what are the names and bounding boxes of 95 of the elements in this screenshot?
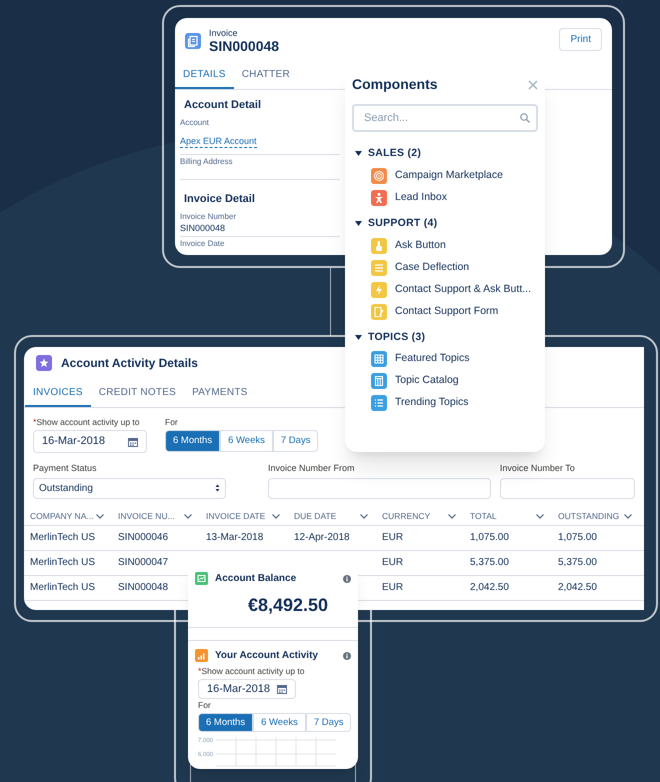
chevron-down-icon xyxy=(184,514,192,519)
column-header[interactable]: CURRENCY xyxy=(376,510,464,523)
field-label: Invoice Number To xyxy=(500,462,576,475)
section-heading: Invoice Detail xyxy=(183,192,256,206)
panel-title: Components xyxy=(352,75,438,94)
sort-arrows-icon xyxy=(215,484,220,492)
table-cell: 5,375.00 xyxy=(470,557,509,568)
component-item[interactable]: Trending Topics xyxy=(371,395,469,412)
period-option[interactable]: 6 Weeks xyxy=(220,430,273,452)
table-cell: SIN000048 xyxy=(118,582,168,593)
card-title: Account Activity Details xyxy=(61,355,198,372)
chart-trend-icon xyxy=(195,572,208,585)
required-mark: * xyxy=(33,417,37,428)
table-cell: EUR xyxy=(382,532,404,543)
column-header[interactable]: TOTAL xyxy=(464,510,552,523)
table-cell: MerlinTech US xyxy=(30,532,96,543)
group-header[interactable]: TOPICS (3) xyxy=(355,330,426,346)
required-mark: * xyxy=(198,666,202,677)
field-label: Account xyxy=(180,118,210,128)
table-cell: 5,375.00 xyxy=(558,557,597,568)
print-button[interactable]: Print xyxy=(559,28,602,51)
object-label: Invoice xyxy=(209,28,239,38)
period-option[interactable]: 6 Months xyxy=(165,430,220,452)
field-label: Payment Status xyxy=(33,462,98,475)
card-title: Your Account Activity xyxy=(215,649,318,663)
component-item[interactable]: Topic Catalog xyxy=(371,373,459,390)
component-item[interactable]: Campaign Marketplace xyxy=(371,168,503,184)
group-header[interactable]: SUPPORT (4) xyxy=(355,216,438,232)
column-header[interactable]: OUTSTANDING xyxy=(552,510,640,523)
field-label: Show account activity up to xyxy=(36,417,140,428)
table-cell: SIN000046 xyxy=(118,532,168,543)
status-select[interactable]: Outstanding xyxy=(33,478,226,498)
table-cell: 2,042.50 xyxy=(558,582,597,593)
date-field[interactable]: 16-Mar-2018 xyxy=(198,679,296,699)
calendar-icon xyxy=(277,684,287,694)
section-heading: Account Detail xyxy=(183,98,262,112)
table-cell: 13-Mar-2018 xyxy=(206,532,264,543)
tab[interactable]: PAYMENTS xyxy=(184,382,256,407)
input-field[interactable] xyxy=(500,478,635,498)
tab[interactable]: CREDIT NOTES xyxy=(90,382,184,407)
calendar-icon xyxy=(128,436,138,446)
bar-chart-icon xyxy=(195,649,208,662)
column-header[interactable]: COMPANY NA... xyxy=(24,510,112,523)
table-cell: 1,075.00 xyxy=(470,532,509,543)
component-item[interactable]: Contact Support Form xyxy=(371,304,498,320)
info-icon xyxy=(343,574,351,582)
tab[interactable]: CHATTER xyxy=(234,64,298,89)
period-option[interactable]: 7 Days xyxy=(272,430,318,452)
chevron-down-icon xyxy=(624,514,632,519)
info-icon xyxy=(343,652,351,660)
record-title: SIN000048 xyxy=(209,38,280,54)
balance-amount: €8,492.50 xyxy=(248,594,328,617)
table-cell: EUR xyxy=(382,557,404,568)
field-label: Billing Address xyxy=(180,157,234,167)
field-label: Invoice Date xyxy=(180,239,226,249)
chevron-down-icon xyxy=(448,514,456,519)
column-header[interactable]: INVOICE DATE xyxy=(200,510,288,523)
column-header[interactable]: DUE DATE xyxy=(288,510,376,523)
date-field[interactable]: 16-Mar-2018 xyxy=(33,430,147,453)
field-label: Invoice Number From xyxy=(268,462,356,475)
field-label: Show account activity up to xyxy=(202,666,305,677)
field-label: For xyxy=(198,700,212,711)
account-link[interactable]: Apex EUR Account xyxy=(180,136,257,148)
search-icon xyxy=(520,113,530,123)
table-cell: EUR xyxy=(382,582,404,593)
component-item[interactable]: Featured Topics xyxy=(371,351,470,368)
column-header[interactable]: INVOICE NU... xyxy=(112,510,200,523)
component-item[interactable]: Contact Support & Ask Butt... xyxy=(371,282,531,298)
field-label: For xyxy=(165,417,179,428)
chevron-down-icon xyxy=(272,514,280,519)
component-item[interactable]: Case Deflection xyxy=(371,260,470,276)
component-item[interactable]: Lead Inbox xyxy=(371,190,447,206)
field-value: SIN000048 xyxy=(180,222,226,234)
period-option[interactable]: 6 Months xyxy=(198,713,254,732)
chevron-down-icon xyxy=(536,514,544,519)
tab[interactable]: DETAILS xyxy=(175,64,234,89)
chevron-down-icon xyxy=(96,514,104,519)
tab[interactable]: INVOICES xyxy=(25,382,91,407)
chevron-down-icon xyxy=(360,514,368,519)
search-field[interactable]: Search... xyxy=(352,104,538,132)
table-cell: MerlinTech US xyxy=(30,557,96,568)
component-item[interactable]: Ask Button xyxy=(371,238,446,254)
field-label: Invoice Number xyxy=(180,212,238,222)
document-icon xyxy=(185,33,201,49)
table-cell: 2,042.50 xyxy=(470,582,509,593)
table-cell: 1,075.00 xyxy=(558,532,597,543)
card-title: Account Balance xyxy=(215,572,296,586)
table-cell: 12-Apr-2018 xyxy=(294,532,350,543)
group-header[interactable]: SALES (2) xyxy=(355,146,422,162)
table-cell: SIN000047 xyxy=(118,557,168,568)
close-icon xyxy=(528,80,538,90)
input-field[interactable] xyxy=(268,478,491,498)
table-cell: MerlinTech US xyxy=(30,582,96,593)
period-option[interactable]: 6 Weeks xyxy=(253,713,306,732)
period-option[interactable]: 7 Days xyxy=(306,713,352,732)
